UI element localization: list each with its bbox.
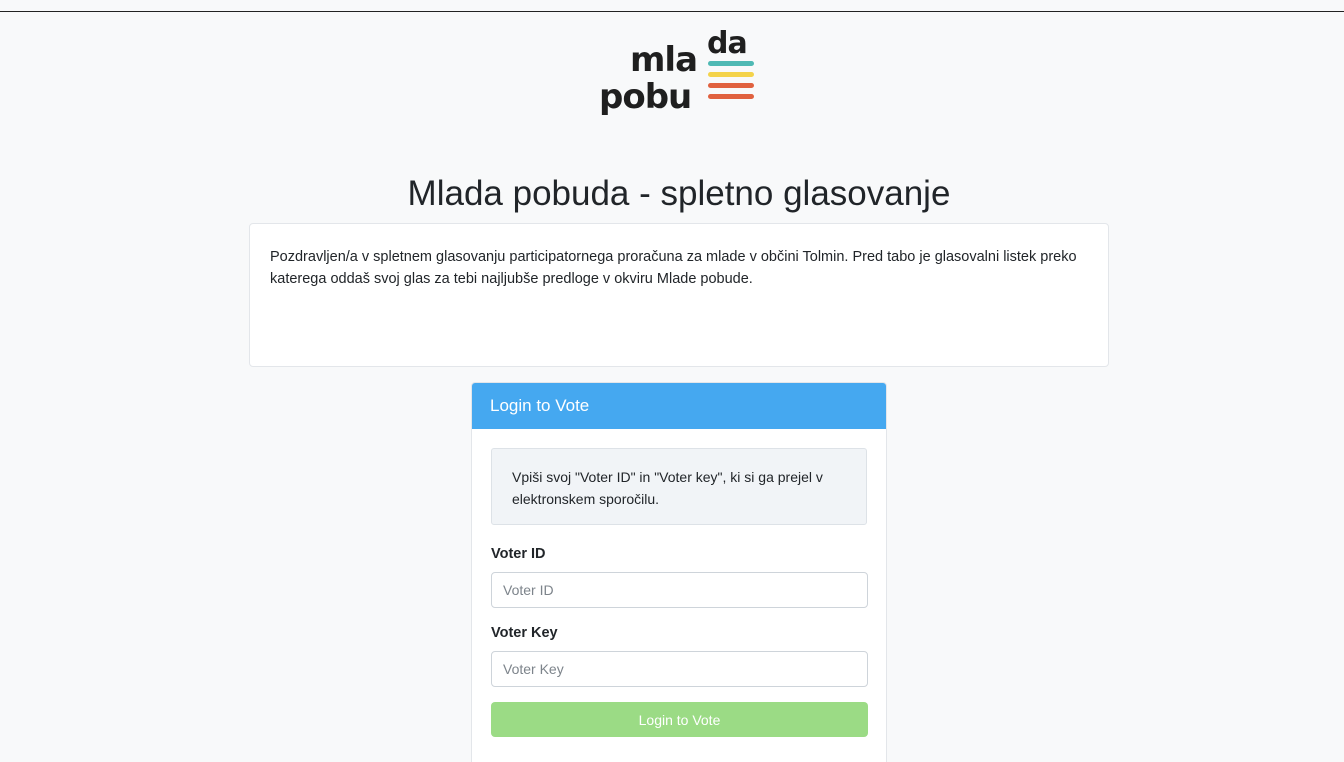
voter-key-label: Voter Key [491,625,558,641]
voter-id-input[interactable] [491,572,868,608]
logo-stripe-red [708,83,754,88]
intro-text: Pozdravljen/a v spletnem glasovanju part… [270,249,1077,287]
login-to-vote-button[interactable]: Login to Vote [491,702,868,737]
mlada-pobuda-logo: mla da pobu [598,28,758,118]
login-card: Login to Vote Vpiši svoj "Voter ID" in "… [471,382,887,762]
top-divider [0,11,1344,12]
logo-stripe-red-2 [708,94,754,99]
logo-stripe-teal [708,61,754,66]
voter-key-input[interactable] [491,651,868,687]
logo-stripe-yellow [708,72,754,77]
logo-text-mla: mla [630,40,698,80]
logo-text-da: da [707,26,748,61]
login-card-header: Login to Vote [472,383,886,429]
voter-id-label: Voter ID [491,546,546,562]
login-notice: Vpiši svoj "Voter ID" in "Voter key", ki… [491,448,867,525]
intro-card: Pozdravljen/a v spletnem glasovanju part… [249,223,1109,367]
logo-text-pobu: pobu [599,77,692,117]
login-card-body: Vpiši svoj "Voter ID" in "Voter key", ki… [472,429,886,737]
page-title: Mlada pobuda - spletno glasovanje [407,174,951,213]
